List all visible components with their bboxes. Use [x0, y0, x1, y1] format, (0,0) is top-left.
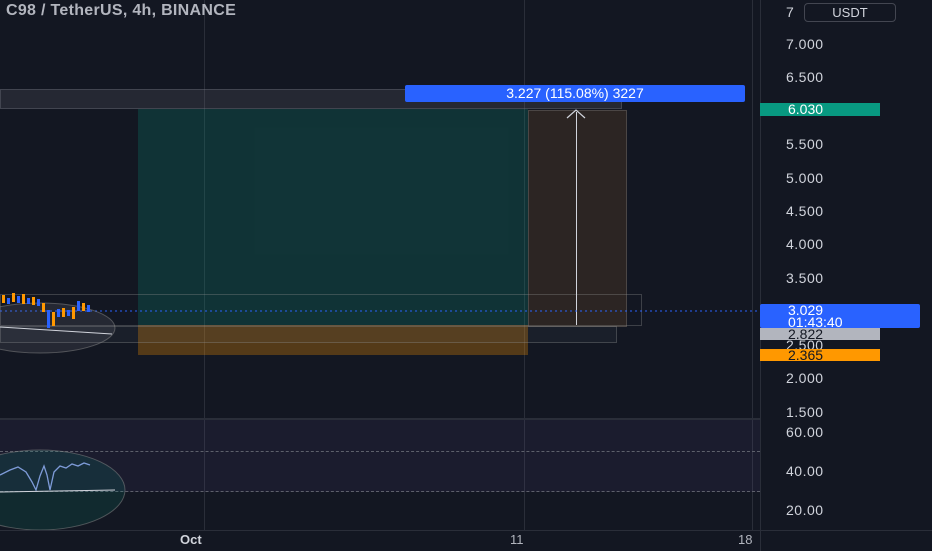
price-tick: 7 — [786, 4, 795, 20]
price-tick: 2.000 — [786, 370, 824, 386]
price-tick: 3.500 — [786, 270, 824, 286]
rsi-tick: 40.00 — [786, 463, 824, 479]
orange-price-tag: 2.365 — [760, 348, 880, 362]
rsi-tick: 20.00 — [786, 502, 824, 518]
currency-button[interactable]: USDT — [804, 3, 896, 22]
bar-countdown: 01:43:40 — [788, 314, 843, 330]
price-overlay — [0, 293, 760, 354]
time-label-18: 18 — [738, 532, 753, 547]
rsi-tick: 60.00 — [786, 424, 824, 440]
price-tick: 5.500 — [786, 136, 824, 152]
price-tick: 7.000 — [786, 36, 824, 52]
price-tick: 4.500 — [786, 203, 824, 219]
chart-pane[interactable]: 3.227 (115.08%) 3227 C98 / TetherUS, 4h,… — [0, 0, 760, 530]
price-tick: 4.000 — [786, 236, 824, 252]
price-tick: 6.500 — [786, 69, 824, 85]
axis-corner — [760, 530, 932, 551]
rsi-pane — [0, 449, 126, 530]
price-tick: 5.000 — [786, 170, 824, 186]
time-label-oct: Oct — [180, 532, 202, 547]
time-axis[interactable] — [0, 530, 760, 551]
symbol-title[interactable]: C98 / TetherUS, 4h, BINANCE — [6, 2, 236, 20]
time-label-11: 11 — [510, 532, 524, 547]
target-price-tag: 6.030 — [760, 102, 880, 116]
current-price-tag: 3.029 01:43:40 — [760, 303, 920, 330]
price-tick: 1.500 — [786, 404, 824, 420]
